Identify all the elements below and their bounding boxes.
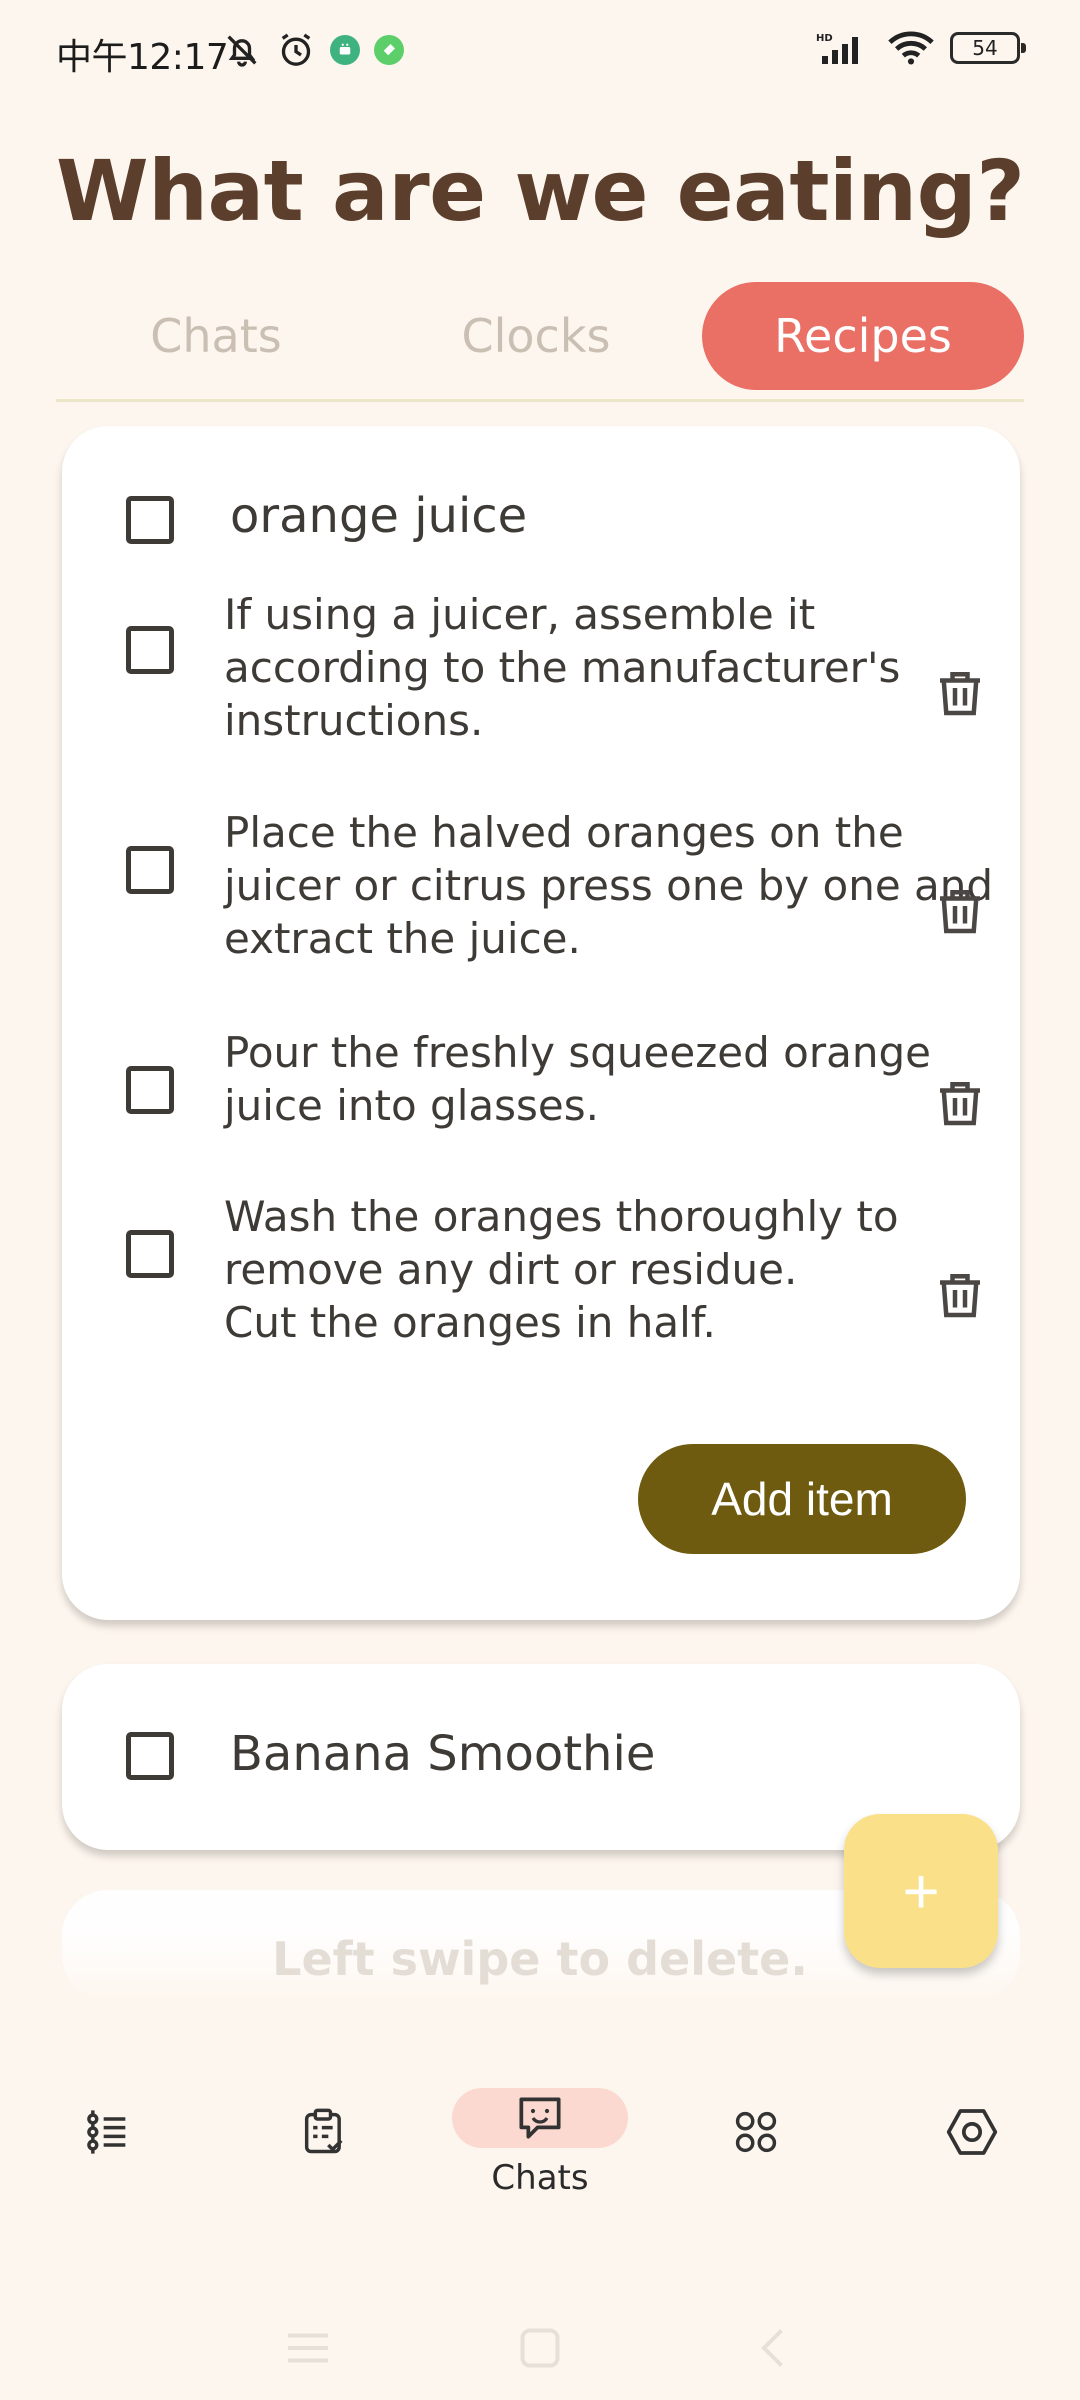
- home-icon[interactable]: [510, 2318, 570, 2378]
- settings-hexagon-icon: [946, 2109, 998, 2155]
- tab-bar: Chats Clocks Recipes: [56, 282, 1024, 402]
- recipe-card-orange-juice[interactable]: orange juice If using a juicer, assemble…: [62, 426, 1020, 1620]
- item-text[interactable]: Place the halved oranges on the juicer o…: [224, 806, 994, 965]
- status-bar: 中午12:17 HD 54: [0, 0, 1080, 104]
- trash-icon[interactable]: [930, 880, 990, 942]
- item-text[interactable]: Pour the freshly squeezed orange juice i…: [224, 1026, 994, 1132]
- trash-icon[interactable]: [930, 1264, 990, 1326]
- trash-icon[interactable]: [930, 1072, 990, 1134]
- menu-icon[interactable]: [278, 2318, 338, 2378]
- tab-recipes[interactable]: Recipes: [702, 282, 1024, 390]
- page-title: What are we eating?: [56, 142, 1025, 240]
- wifi-icon: [888, 31, 934, 65]
- network-type: HD: [816, 33, 833, 44]
- tab-clocks[interactable]: Clocks: [436, 282, 636, 390]
- list-timeline-icon: [87, 2110, 126, 2154]
- item-checkbox[interactable]: [126, 1230, 174, 1278]
- battery-indicator: 54: [950, 32, 1026, 64]
- app-notification-icon: [330, 35, 360, 65]
- mute-bell-icon: [227, 35, 257, 67]
- recipe-checkbox[interactable]: [126, 496, 174, 544]
- nav-item-chats[interactable]: Chats: [450, 2088, 630, 2198]
- item-text[interactable]: Wash the oranges thoroughly to remove an…: [224, 1190, 994, 1349]
- nav-item-settings[interactable]: [882, 2088, 1062, 2198]
- system-nav-bar: [0, 2290, 1080, 2400]
- tab-chats[interactable]: Chats: [116, 282, 316, 390]
- recipe-title[interactable]: Banana Smoothie: [230, 1726, 655, 1782]
- clipboard-check-icon: [304, 2108, 343, 2154]
- status-left-icons: [222, 30, 404, 70]
- status-time: 中午12:17: [56, 37, 229, 78]
- item-checkbox[interactable]: [126, 626, 174, 674]
- signal-icon: HD: [816, 33, 858, 64]
- status-right: HD 54: [816, 30, 1026, 66]
- recipe-title[interactable]: orange juice: [230, 488, 527, 544]
- item-checkbox[interactable]: [126, 1066, 174, 1114]
- item-checkbox[interactable]: [126, 846, 174, 894]
- nav-item-list[interactable]: [18, 2088, 198, 2198]
- trash-icon[interactable]: [930, 662, 990, 724]
- screen: 中午12:17 HD 54 What are we eating? Chats …: [0, 0, 1080, 2400]
- plus-icon: +: [902, 1855, 940, 1927]
- recipe-checkbox[interactable]: [126, 1732, 174, 1780]
- nav-label: Chats: [491, 2158, 589, 2198]
- nav-item-tasks[interactable]: [234, 2088, 414, 2198]
- tool-notification-icon: [374, 35, 404, 65]
- chat-smile-icon: [519, 2097, 561, 2139]
- nav-item-apps[interactable]: [666, 2088, 846, 2198]
- item-text[interactable]: If using a juicer, assemble it according…: [224, 588, 994, 747]
- bottom-nav: Chats: [0, 2060, 1080, 2250]
- alarm-icon: [281, 33, 311, 66]
- command-icon: [735, 2111, 777, 2153]
- add-item-button[interactable]: Add item: [638, 1444, 966, 1554]
- back-icon[interactable]: [744, 2318, 804, 2378]
- add-recipe-fab[interactable]: +: [844, 1814, 998, 1968]
